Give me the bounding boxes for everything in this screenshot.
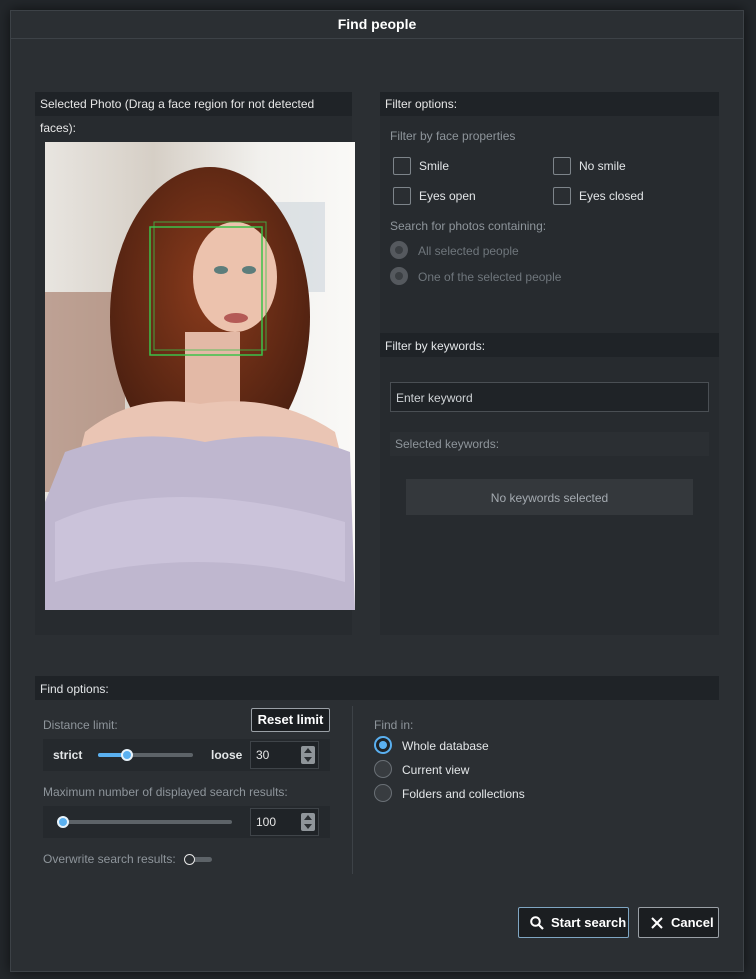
smile-label: Smile bbox=[419, 159, 450, 173]
overwrite-label: Overwrite search results: bbox=[43, 852, 176, 866]
filter-panel-header: Filter options: bbox=[380, 92, 719, 116]
keywords-header: Filter by keywords: bbox=[380, 333, 719, 357]
distance-spinbox[interactable]: 30 bbox=[250, 741, 319, 769]
reset-limit-button[interactable]: Reset limit bbox=[251, 708, 330, 732]
loose-label: loose bbox=[211, 748, 243, 762]
no-smile-label: No smile bbox=[579, 159, 626, 173]
photo-panel-header: Selected Photo (Drag a face region for n… bbox=[35, 92, 352, 135]
close-icon bbox=[651, 917, 663, 929]
cancel-label: Cancel bbox=[671, 915, 714, 930]
search-icon bbox=[530, 916, 544, 930]
no-keywords-text: No keywords selected bbox=[490, 491, 609, 505]
filter-panel: Filter options: bbox=[380, 92, 719, 635]
find-options-divider bbox=[352, 706, 353, 874]
max-results-value: 100 bbox=[256, 815, 277, 829]
smile-checkbox[interactable] bbox=[393, 157, 411, 175]
eyes-open-label: Eyes open bbox=[419, 189, 476, 203]
selected-keywords-label: Selected keywords: bbox=[395, 437, 500, 451]
whole-database-label: Whole database bbox=[402, 739, 489, 753]
max-results-label: Maximum number of displayed search resul… bbox=[43, 785, 288, 799]
whole-database-radio[interactable] bbox=[374, 736, 392, 754]
find-options-header-label: Find options: bbox=[40, 682, 109, 696]
keywords-header-label: Filter by keywords: bbox=[385, 339, 486, 353]
find-options-header: Find options: bbox=[35, 676, 719, 700]
one-selected-person-radio[interactable] bbox=[390, 267, 408, 285]
keyword-input-placeholder: Enter keyword bbox=[396, 391, 473, 405]
no-keywords-box: No keywords selected bbox=[406, 479, 693, 515]
max-results-spinbox[interactable]: 100 bbox=[250, 808, 319, 836]
eyes-open-checkbox[interactable] bbox=[393, 187, 411, 205]
find-in-label: Find in: bbox=[374, 718, 414, 732]
reset-limit-label: Reset limit bbox=[257, 712, 324, 727]
start-search-button[interactable]: Start search bbox=[518, 907, 629, 938]
search-containing-label: Search for photos containing: bbox=[390, 219, 547, 233]
selected-photo[interactable] bbox=[45, 142, 355, 610]
overwrite-toggle-knob bbox=[184, 854, 195, 865]
all-selected-people-radio[interactable] bbox=[390, 241, 408, 259]
max-results-spin-arrows-icon[interactable] bbox=[301, 813, 315, 831]
current-view-radio[interactable] bbox=[374, 760, 392, 778]
dialog-title: Find people bbox=[11, 11, 743, 39]
current-view-label: Current view bbox=[402, 763, 470, 777]
folders-collections-label: Folders and collections bbox=[402, 787, 525, 801]
eyes-closed-label: Eyes closed bbox=[579, 189, 644, 203]
distance-slider-knob[interactable] bbox=[120, 749, 133, 761]
start-search-label: Start search bbox=[551, 915, 627, 930]
face-properties-label: Filter by face properties bbox=[390, 129, 516, 143]
max-results-slider-knob[interactable] bbox=[57, 816, 69, 828]
max-results-slider-track[interactable] bbox=[60, 820, 232, 824]
all-selected-people-label: All selected people bbox=[418, 244, 519, 258]
one-selected-person-label: One of the selected people bbox=[418, 270, 562, 284]
cancel-button[interactable]: Cancel bbox=[638, 907, 719, 938]
no-smile-checkbox[interactable] bbox=[553, 157, 571, 175]
keyword-input[interactable]: Enter keyword bbox=[390, 382, 709, 412]
overwrite-toggle[interactable] bbox=[184, 854, 212, 865]
distance-value: 30 bbox=[256, 748, 270, 762]
distance-spin-arrows-icon[interactable] bbox=[301, 746, 315, 764]
strict-label: strict bbox=[53, 748, 83, 762]
selected-keywords-bar: Selected keywords: bbox=[390, 432, 709, 456]
distance-limit-label: Distance limit: bbox=[43, 718, 118, 732]
portrait-image[interactable] bbox=[45, 142, 355, 610]
eyes-closed-checkbox[interactable] bbox=[553, 187, 571, 205]
folders-collections-radio[interactable] bbox=[374, 784, 392, 802]
